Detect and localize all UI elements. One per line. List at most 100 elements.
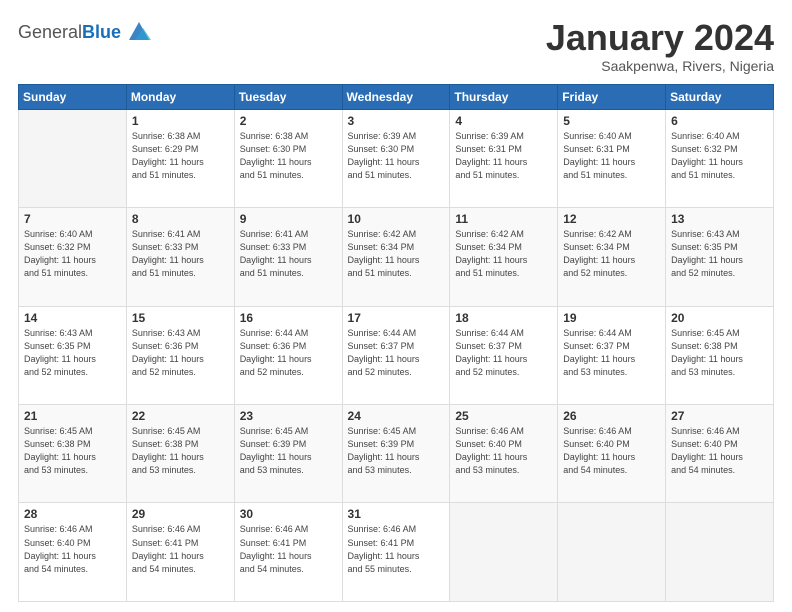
day-number: 19 (563, 311, 660, 325)
calendar-cell: 9Sunrise: 6:41 AM Sunset: 6:33 PM Daylig… (234, 208, 342, 306)
day-number: 8 (132, 212, 229, 226)
calendar-cell: 11 Sunrise: 6:42 AM Sunset: 6:34 PM Dayli… (450, 208, 558, 306)
day-info: Sunrise: 6:42 AM Sunset: 6:34 PM Dayligh… (348, 228, 445, 280)
day-number: 4 (455, 114, 552, 128)
calendar-cell: 24 Sunrise: 6:45 AM Sunset: 6:39 PM Dayli… (342, 405, 450, 503)
day-number: 24 (348, 409, 445, 423)
day-info: Sunrise: 6:46 AM Sunset: 6:40 PM Dayligh… (24, 523, 121, 575)
calendar-cell: 20 Sunrise: 6:45 AM Sunset: 6:38 PM Dayli… (666, 306, 774, 404)
day-header-tuesday: Tuesday (234, 84, 342, 109)
calendar-cell: 31Sunrise: 6:46 AM Sunset: 6:41 PM Dayli… (342, 503, 450, 602)
calendar-cell: 19 Sunrise: 6:44 AM Sunset: 6:37 PM Dayli… (558, 306, 666, 404)
day-info: Sunrise: 6:46 AM Sunset: 6:41 PM Dayligh… (240, 523, 337, 575)
calendar-cell: 7 Sunrise: 6:40 AM Sunset: 6:32 PM Daylig… (19, 208, 127, 306)
day-info: Sunrise: 6:45 AM Sunset: 6:39 PM Dayligh… (240, 425, 337, 477)
day-info: Sunrise: 6:42 AM Sunset: 6:34 PM Dayligh… (455, 228, 552, 280)
logo: GeneralBlue (18, 18, 153, 46)
calendar-cell: 2 Sunrise: 6:38 AM Sunset: 6:30 PM Daylig… (234, 109, 342, 207)
day-info: Sunrise: 6:45 AM Sunset: 6:38 PM Dayligh… (24, 425, 121, 477)
day-info: Sunrise: 6:42 AM Sunset: 6:34 PM Dayligh… (563, 228, 660, 280)
day-info: Sunrise: 6:44 AM Sunset: 6:36 PM Dayligh… (240, 327, 337, 379)
calendar-cell: 13 Sunrise: 6:43 AM Sunset: 6:35 PM Dayli… (666, 208, 774, 306)
calendar-cell (19, 109, 127, 207)
day-header-monday: Monday (126, 84, 234, 109)
calendar-week-5: 28 Sunrise: 6:46 AM Sunset: 6:40 PM Dayli… (19, 503, 774, 602)
calendar-cell (450, 503, 558, 602)
day-info: Sunrise: 6:40 AM Sunset: 6:31 PM Dayligh… (563, 130, 660, 182)
day-header-sunday: Sunday (19, 84, 127, 109)
calendar-cell: 26 Sunrise: 6:46 AM Sunset: 6:40 PM Dayli… (558, 405, 666, 503)
day-number: 28 (24, 507, 121, 521)
day-info: Sunrise: 6:46 AM Sunset: 6:41 PM Dayligh… (132, 523, 229, 575)
day-number: 23 (240, 409, 337, 423)
day-number: 10 (348, 212, 445, 226)
calendar-cell: 10 Sunrise: 6:42 AM Sunset: 6:34 PM Dayli… (342, 208, 450, 306)
calendar-cell: 1 Sunrise: 6:38 AM Sunset: 6:29 PM Daylig… (126, 109, 234, 207)
calendar-cell: 21Sunrise: 6:45 AM Sunset: 6:38 PM Dayli… (19, 405, 127, 503)
day-header-thursday: Thursday (450, 84, 558, 109)
day-info: Sunrise: 6:45 AM Sunset: 6:38 PM Dayligh… (671, 327, 768, 379)
day-header-friday: Friday (558, 84, 666, 109)
calendar-week-1: 1 Sunrise: 6:38 AM Sunset: 6:29 PM Daylig… (19, 109, 774, 207)
day-number: 6 (671, 114, 768, 128)
day-info: Sunrise: 6:43 AM Sunset: 6:35 PM Dayligh… (671, 228, 768, 280)
day-number: 13 (671, 212, 768, 226)
title-area: January 2024 Saakpenwa, Rivers, Nigeria (546, 18, 774, 74)
calendar-cell: 17 Sunrise: 6:44 AM Sunset: 6:37 PM Dayli… (342, 306, 450, 404)
calendar-cell: 18 Sunrise: 6:44 AM Sunset: 6:37 PM Dayli… (450, 306, 558, 404)
day-number: 9 (240, 212, 337, 226)
day-info: Sunrise: 6:44 AM Sunset: 6:37 PM Dayligh… (455, 327, 552, 379)
day-number: 15 (132, 311, 229, 325)
calendar-cell: 30 Sunrise: 6:46 AM Sunset: 6:41 PM Dayli… (234, 503, 342, 602)
day-info: Sunrise: 6:38 AM Sunset: 6:29 PM Dayligh… (132, 130, 229, 182)
day-info: Sunrise: 6:40 AM Sunset: 6:32 PM Dayligh… (24, 228, 121, 280)
day-number: 18 (455, 311, 552, 325)
day-number: 5 (563, 114, 660, 128)
header: GeneralBlue January 2024 Saakpenwa, Rive… (18, 18, 774, 74)
day-header-wednesday: Wednesday (342, 84, 450, 109)
calendar-cell: 29 Sunrise: 6:46 AM Sunset: 6:41 PM Dayli… (126, 503, 234, 602)
logo-general-text: General (18, 22, 82, 43)
day-info: Sunrise: 6:46 AM Sunset: 6:40 PM Dayligh… (455, 425, 552, 477)
calendar-cell: 8Sunrise: 6:41 AM Sunset: 6:33 PM Daylig… (126, 208, 234, 306)
day-number: 29 (132, 507, 229, 521)
calendar-week-4: 21Sunrise: 6:45 AM Sunset: 6:38 PM Dayli… (19, 405, 774, 503)
calendar-cell (558, 503, 666, 602)
day-number: 17 (348, 311, 445, 325)
day-info: Sunrise: 6:43 AM Sunset: 6:36 PM Dayligh… (132, 327, 229, 379)
day-info: Sunrise: 6:38 AM Sunset: 6:30 PM Dayligh… (240, 130, 337, 182)
day-info: Sunrise: 6:46 AM Sunset: 6:40 PM Dayligh… (671, 425, 768, 477)
day-number: 2 (240, 114, 337, 128)
day-info: Sunrise: 6:39 AM Sunset: 6:31 PM Dayligh… (455, 130, 552, 182)
day-number: 27 (671, 409, 768, 423)
day-number: 30 (240, 507, 337, 521)
calendar-header-row: SundayMondayTuesdayWednesdayThursdayFrid… (19, 84, 774, 109)
calendar-cell: 27 Sunrise: 6:46 AM Sunset: 6:40 PM Dayli… (666, 405, 774, 503)
calendar-cell: 25 Sunrise: 6:46 AM Sunset: 6:40 PM Dayli… (450, 405, 558, 503)
calendar-cell: 16 Sunrise: 6:44 AM Sunset: 6:36 PM Dayli… (234, 306, 342, 404)
day-info: Sunrise: 6:46 AM Sunset: 6:40 PM Dayligh… (563, 425, 660, 477)
location-subtitle: Saakpenwa, Rivers, Nigeria (546, 58, 774, 74)
day-number: 7 (24, 212, 121, 226)
day-number: 14 (24, 311, 121, 325)
day-number: 25 (455, 409, 552, 423)
calendar-cell: 15 Sunrise: 6:43 AM Sunset: 6:36 PM Dayli… (126, 306, 234, 404)
day-info: Sunrise: 6:44 AM Sunset: 6:37 PM Dayligh… (348, 327, 445, 379)
calendar-table: SundayMondayTuesdayWednesdayThursdayFrid… (18, 84, 774, 602)
calendar-cell: 28 Sunrise: 6:46 AM Sunset: 6:40 PM Dayli… (19, 503, 127, 602)
calendar-cell: 23 Sunrise: 6:45 AM Sunset: 6:39 PM Dayli… (234, 405, 342, 503)
day-info: Sunrise: 6:45 AM Sunset: 6:38 PM Dayligh… (132, 425, 229, 477)
day-number: 26 (563, 409, 660, 423)
day-info: Sunrise: 6:44 AM Sunset: 6:37 PM Dayligh… (563, 327, 660, 379)
day-number: 11 (455, 212, 552, 226)
calendar-cell: 14Sunrise: 6:43 AM Sunset: 6:35 PM Dayli… (19, 306, 127, 404)
day-number: 16 (240, 311, 337, 325)
calendar-cell: 6Sunrise: 6:40 AM Sunset: 6:32 PM Daylig… (666, 109, 774, 207)
logo-icon (125, 18, 153, 46)
day-info: Sunrise: 6:39 AM Sunset: 6:30 PM Dayligh… (348, 130, 445, 182)
calendar-cell: 3 Sunrise: 6:39 AM Sunset: 6:30 PM Daylig… (342, 109, 450, 207)
day-number: 1 (132, 114, 229, 128)
day-number: 3 (348, 114, 445, 128)
day-number: 20 (671, 311, 768, 325)
day-info: Sunrise: 6:45 AM Sunset: 6:39 PM Dayligh… (348, 425, 445, 477)
